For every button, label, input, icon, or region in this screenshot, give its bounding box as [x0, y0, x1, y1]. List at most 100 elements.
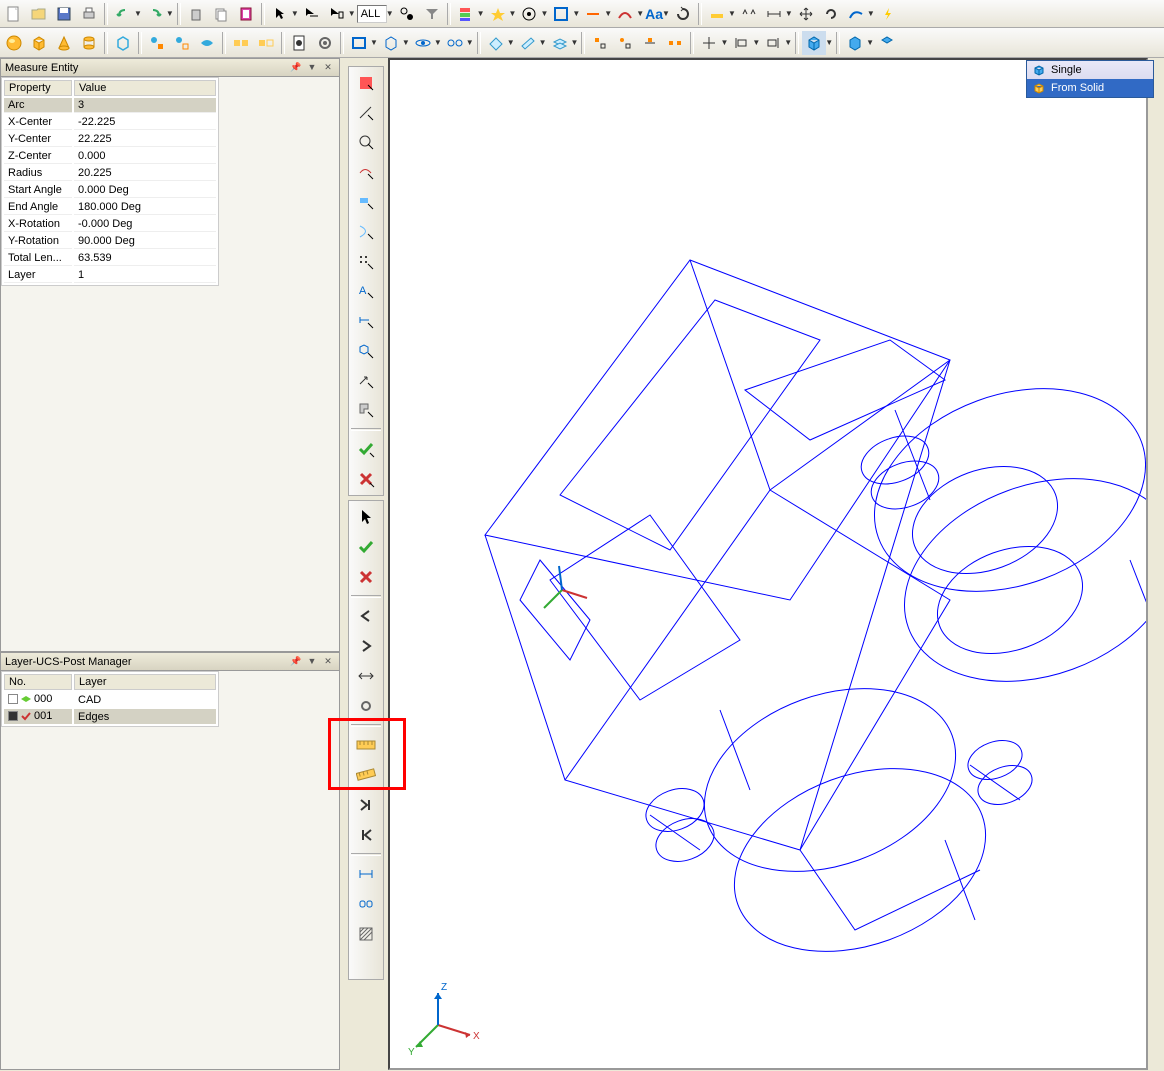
dropdown-arrow[interactable]: ▼	[785, 9, 793, 18]
left-arrow-icon[interactable]	[351, 602, 381, 630]
select-region-icon[interactable]	[351, 397, 381, 425]
orbit-icon[interactable]	[411, 31, 435, 55]
target-icon[interactable]	[517, 2, 541, 26]
square-marker-icon[interactable]	[549, 2, 573, 26]
cursor-icon[interactable]	[351, 503, 381, 531]
group-icon[interactable]	[229, 31, 253, 55]
dropdown-arrow[interactable]: ▼	[477, 9, 485, 18]
rotate-icon[interactable]	[671, 2, 695, 26]
add-prim-icon[interactable]	[145, 31, 169, 55]
table-row[interactable]: X-Center-22.225	[4, 115, 216, 130]
col-value[interactable]: Value	[74, 80, 216, 96]
redo-icon[interactable]	[143, 2, 167, 26]
table-row[interactable]: X-Rotation-0.000 Deg	[4, 217, 216, 232]
dropdown-arrow[interactable]: ▼	[540, 9, 548, 18]
select-assoc-icon[interactable]	[351, 188, 381, 216]
check-green-icon[interactable]	[351, 533, 381, 561]
select-grid-icon[interactable]	[351, 248, 381, 276]
hdim-icon[interactable]	[351, 860, 381, 888]
toggle-icon[interactable]	[395, 2, 419, 26]
dropdown-arrow[interactable]: ▼	[509, 9, 517, 18]
dropdown-arrow[interactable]: ▼	[720, 38, 728, 47]
gear-small-icon[interactable]	[351, 692, 381, 720]
document-icon[interactable]	[288, 31, 312, 55]
dropdown-arrow[interactable]: ▼	[348, 9, 356, 18]
dropdown-arrow[interactable]: ▼	[752, 38, 760, 47]
text-aa-icon[interactable]: Aa	[645, 6, 663, 22]
snap2-icon[interactable]	[613, 31, 637, 55]
dropdown-arrow[interactable]: ▼	[572, 9, 580, 18]
dropdown-arrow[interactable]: ▼	[784, 38, 792, 47]
cancel-red-icon[interactable]	[351, 465, 381, 493]
view-iso-icon[interactable]	[379, 31, 403, 55]
view-rect-icon[interactable]	[347, 31, 371, 55]
align1-icon[interactable]	[729, 31, 753, 55]
hatch-icon[interactable]	[351, 920, 381, 948]
dropdown-arrow[interactable]: ▼	[867, 9, 875, 18]
open-file-icon[interactable]	[27, 2, 51, 26]
table-row[interactable]: Y-Rotation90.000 Deg	[4, 234, 216, 249]
3d-viewport[interactable]: X Y Z	[388, 58, 1148, 1070]
dropdown-arrow[interactable]: ▼	[866, 38, 874, 47]
go-end-icon[interactable]	[351, 791, 381, 819]
dropdown-arrow[interactable]: ▼	[434, 38, 442, 47]
cursor-icon[interactable]	[268, 2, 292, 26]
snap1-icon[interactable]	[588, 31, 612, 55]
path-icon[interactable]	[844, 2, 868, 26]
move-icon[interactable]	[794, 2, 818, 26]
snap4-icon[interactable]	[663, 31, 687, 55]
dropdown-arrow[interactable]: ▼	[402, 38, 410, 47]
layers-icon[interactable]	[454, 2, 478, 26]
pin-icon[interactable]: 📌	[289, 62, 303, 74]
dropdown-arrow[interactable]: ▼	[166, 9, 174, 18]
layer-row[interactable]: 000 CAD	[4, 692, 216, 707]
refresh-icon[interactable]	[819, 2, 843, 26]
dropdown-arrow[interactable]: ▼	[466, 38, 474, 47]
dropdown-arrow[interactable]: ▼	[636, 9, 644, 18]
select-line-icon[interactable]	[351, 99, 381, 127]
paste-icon[interactable]	[234, 2, 258, 26]
go-start-icon[interactable]	[351, 821, 381, 849]
save-icon[interactable]	[52, 2, 76, 26]
subtract-prim-icon[interactable]	[170, 31, 194, 55]
dropdown-arrow[interactable]: ▼	[539, 38, 547, 47]
dropdown-arrow[interactable]: ▼	[134, 9, 142, 18]
all-label[interactable]: ALL	[357, 5, 387, 23]
chain-icon[interactable]	[351, 890, 381, 918]
cone-icon[interactable]	[52, 31, 76, 55]
curve-icon[interactable]	[613, 2, 637, 26]
close-icon[interactable]: ✕	[321, 62, 335, 74]
table-row[interactable]: Start Angle0.000 Deg	[4, 183, 216, 198]
lightning-icon[interactable]	[876, 2, 900, 26]
bool-icon[interactable]	[195, 31, 219, 55]
ungroup-icon[interactable]	[254, 31, 278, 55]
table-row[interactable]: End Angle180.000 Deg	[4, 200, 216, 215]
print-icon[interactable]	[77, 2, 101, 26]
dropdown-arrow[interactable]: ▼	[305, 62, 319, 74]
select-circle-icon[interactable]	[351, 129, 381, 157]
delete-icon[interactable]	[184, 2, 208, 26]
ruler-angle-icon[interactable]	[351, 761, 381, 789]
pin-icon[interactable]: 📌	[289, 656, 303, 668]
copy-icon[interactable]	[209, 2, 233, 26]
filter-icon[interactable]	[420, 2, 444, 26]
hollow-cube-icon[interactable]	[111, 31, 135, 55]
dropdown-arrow[interactable]: ▼	[662, 9, 670, 18]
select-text-icon[interactable]: A	[351, 277, 381, 305]
gear-icon[interactable]	[313, 31, 337, 55]
dropdown-arrow[interactable]: ▼	[370, 38, 378, 47]
fence-icon[interactable]	[737, 2, 761, 26]
select-dim-icon[interactable]	[351, 307, 381, 335]
dropdown-arrow[interactable]: ▼	[604, 9, 612, 18]
dropdown-arrow[interactable]: ▼	[305, 656, 319, 668]
table-row[interactable]: Layer1	[4, 268, 216, 283]
dropdown-arrow[interactable]: ▼	[291, 9, 299, 18]
cube-blue2-icon[interactable]	[843, 31, 867, 55]
layer-row[interactable]: 001 Edges	[4, 709, 216, 724]
select-path-icon[interactable]	[351, 158, 381, 186]
cube-half-icon[interactable]	[875, 31, 899, 55]
select-solid-icon[interactable]	[351, 337, 381, 365]
table-row[interactable]: Total Len...63.539	[4, 251, 216, 266]
cancel-red-icon[interactable]	[351, 563, 381, 591]
dropdown-arrow[interactable]: ▼	[386, 9, 394, 18]
